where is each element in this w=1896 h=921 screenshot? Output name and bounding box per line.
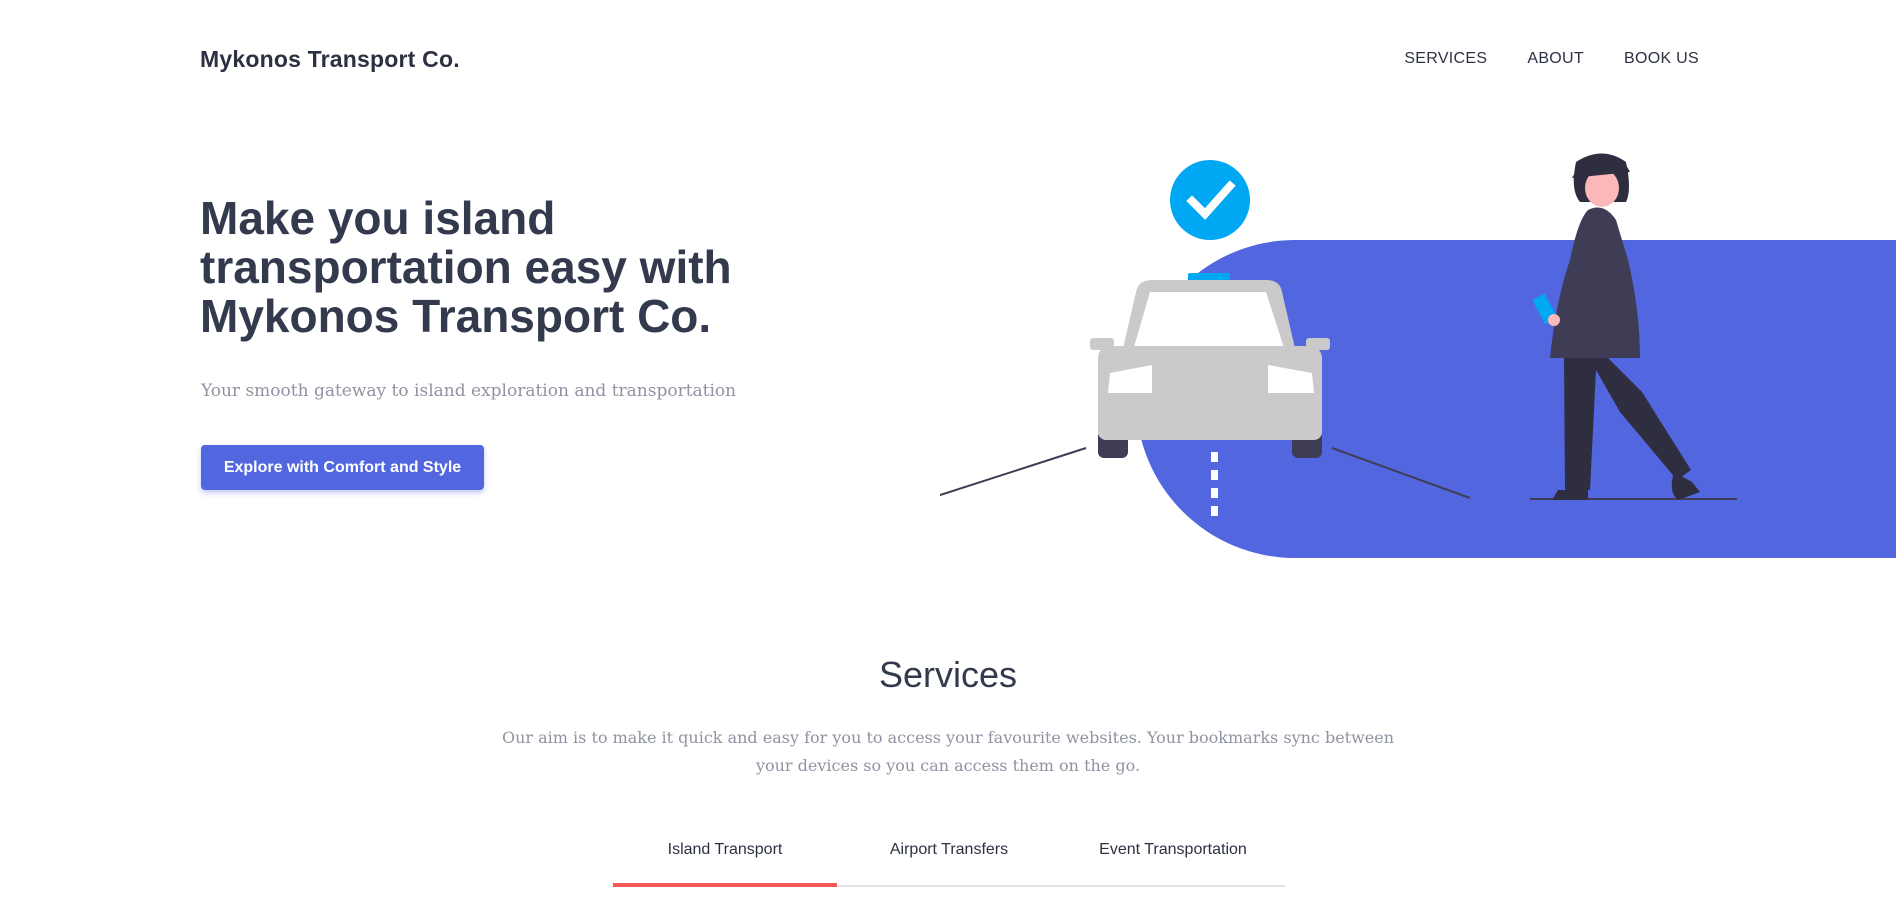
tab-airport-transfers[interactable]: Airport Transfers: [837, 826, 1061, 885]
explore-button[interactable]: Explore with Comfort and Style: [201, 445, 484, 490]
services-tabs: Island Transport Airport Transfers Event…: [613, 826, 1285, 887]
nav-link-about[interactable]: ABOUT: [1527, 50, 1584, 68]
services-title: Services: [878, 654, 1018, 695]
hero-title: Make you island transportation easy with…: [200, 192, 732, 342]
services-description: Our aim is to make it quick and easy for…: [501, 728, 1395, 775]
nav-link-services[interactable]: SERVICES: [1404, 50, 1487, 68]
main-nav: SERVICES ABOUT BOOK US: [1404, 50, 1699, 68]
checkmark-icon: [1170, 160, 1250, 240]
nav-link-book-us[interactable]: BOOK US: [1624, 50, 1699, 68]
site-logo[interactable]: Mykonos Transport Co.: [200, 46, 460, 73]
road-line-left: [940, 447, 1087, 497]
tab-island-transport[interactable]: Island Transport: [613, 826, 837, 887]
tab-event-transportation[interactable]: Event Transportation: [1061, 826, 1285, 885]
hero-illustration: [940, 153, 1896, 558]
hero-subtitle: Your smooth gateway to island exploratio…: [201, 381, 737, 401]
